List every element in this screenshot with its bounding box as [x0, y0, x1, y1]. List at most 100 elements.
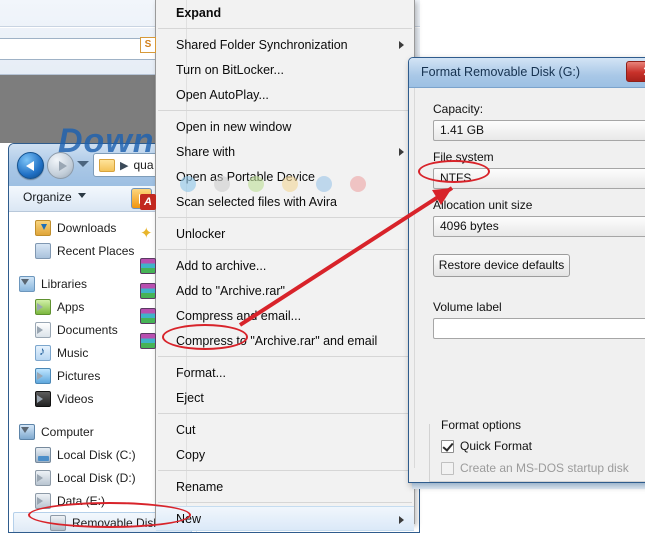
palette-color-dot [316, 176, 332, 192]
submenu-arrow-icon [399, 41, 404, 49]
menu-item-cut[interactable]: Cut [156, 417, 414, 442]
menu-item-label: Share with [176, 144, 236, 159]
menu-separator [158, 502, 412, 503]
menu-item-label: Turn on BitLocker... [176, 62, 284, 77]
recent-places-icon [35, 242, 51, 259]
organize-button[interactable]: Organize [23, 190, 86, 204]
allocation-unit-size-label: Allocation unit size [433, 198, 533, 212]
organize-label: Organize [23, 190, 72, 204]
palette-color-dot [282, 176, 298, 192]
restore-device-defaults-button[interactable]: Restore device defaults [433, 254, 570, 277]
msdos-startup-disk-label: Create an MS-DOS startup disk [460, 461, 629, 475]
capacity-label: Capacity: [433, 102, 484, 116]
allocation-unit-size-field[interactable]: 4096 bytes [433, 216, 645, 237]
msdos-startup-disk-checkbox [441, 462, 454, 475]
menu-item-share-with[interactable]: Share with [156, 139, 414, 164]
menu-separator [158, 470, 412, 471]
expander-closed-icon[interactable] [37, 325, 43, 334]
palette-color-dot [214, 176, 230, 192]
tree-item-label: Downloads [57, 220, 117, 235]
expander-closed-icon[interactable] [37, 473, 43, 482]
avira-icon: A [140, 193, 156, 210]
menu-item-eject[interactable]: Eject [156, 385, 414, 410]
menu-item-turn-on-bitlocker[interactable]: Turn on BitLocker... [156, 57, 414, 82]
palette-color-dot [180, 176, 196, 192]
winrar-icon [140, 332, 156, 349]
menu-item-label: Format... [176, 365, 227, 380]
system-drive-icon [35, 446, 51, 463]
menu-item-new[interactable]: New [156, 506, 414, 531]
menu-separator [158, 413, 412, 414]
menu-item-open-autoplay[interactable]: Open AutoPlay... [156, 82, 414, 107]
menu-item-label: Scan selected files with Avira [176, 194, 337, 209]
format-dialog-title: Format Removable Disk (G:) [421, 65, 581, 79]
capacity-value: 1.41 GB [440, 123, 485, 137]
menu-item-label: Open in new window [176, 119, 292, 134]
downloads-folder-icon [35, 219, 51, 236]
annotation-ellipse-ntfs [418, 160, 490, 183]
sync-icon: S [140, 36, 156, 53]
menu-separator [158, 110, 412, 111]
tree-item-label: Recent Places [57, 243, 135, 258]
tree-item-label: Pictures [57, 368, 101, 383]
annotation-ellipse-removable-disk [28, 502, 191, 528]
menu-item-label: Add to archive... [176, 258, 267, 273]
menu-item-add-to-archive[interactable]: Add to archive... [140, 253, 414, 278]
format-dialog: Format Removable Disk (G:) ✕ Capacity: 1… [408, 57, 645, 483]
expander-closed-icon[interactable] [37, 496, 43, 505]
menu-item-unlocker[interactable]: ✦ Unlocker [140, 221, 414, 246]
winrar-icon [140, 307, 156, 324]
format-dialog-content: Capacity: 1.41 GB File system NTFS Alloc… [414, 88, 645, 482]
menu-item-label: Shared Folder Synchronization [176, 37, 348, 52]
submenu-arrow-icon [399, 516, 404, 524]
menu-separator [158, 249, 412, 250]
allocation-unit-size-value: 4096 bytes [440, 219, 499, 233]
expander-open-icon[interactable] [21, 426, 29, 437]
tree-item-label: Documents [57, 322, 118, 337]
menu-item-rename[interactable]: Rename [156, 474, 414, 499]
tree-item-label: Apps [57, 299, 85, 314]
tree-item-label: Local Disk (C:) [57, 447, 136, 462]
expander-open-icon[interactable] [21, 278, 29, 289]
unlocker-icon: ✦ [140, 224, 153, 242]
context-menu: Expand S Shared Folder Synchronization Turn… [140, 0, 415, 531]
menu-separator [158, 356, 412, 357]
dialog-drop-shadow [412, 483, 645, 489]
format-dialog-title-bar: Format Removable Disk (G:) ✕ [409, 58, 645, 88]
quick-format-label[interactable]: Quick Format [460, 439, 532, 453]
menu-item-label: Open AutoPlay... [176, 87, 269, 102]
menu-item-label: Copy [176, 447, 206, 462]
close-icon[interactable]: ✕ [626, 61, 645, 82]
menu-item-format[interactable]: Format... [156, 360, 414, 385]
menu-item-expand[interactable]: Expand [156, 0, 414, 25]
expander-closed-icon[interactable] [37, 394, 43, 403]
menu-item-shared-folder-synchronization[interactable]: S Shared Folder Synchronization [140, 32, 414, 57]
chevron-down-icon [77, 193, 86, 198]
screenshot-root: Width: ▶ qua Organize DownloadsRecent Pl… [0, 0, 645, 533]
volume-label-field[interactable] [433, 318, 645, 339]
menu-item-label: Rename [176, 479, 224, 494]
menu-item-label: Expand [176, 5, 222, 20]
menu-item-open-in-new-window[interactable]: Open in new window [156, 114, 414, 139]
tree-item-label: Videos [57, 391, 94, 406]
winrar-icon [140, 282, 156, 299]
capacity-field[interactable]: 1.41 GB [433, 120, 645, 141]
tree-item-label: Local Disk (D:) [57, 470, 136, 485]
menu-item-scan-selected-files-with-avira[interactable]: A Scan selected files with Avira [140, 189, 414, 214]
volume-label-label: Volume label [433, 300, 502, 314]
menu-item-label: Eject [176, 390, 204, 405]
tree-item-label: Music [57, 345, 89, 360]
menu-item-label: Cut [176, 422, 196, 437]
menu-item-copy[interactable]: Copy [156, 442, 414, 467]
expander-closed-icon[interactable] [37, 302, 43, 311]
quick-format-checkbox[interactable] [441, 440, 454, 453]
menu-separator [158, 217, 412, 218]
annotation-ellipse-format [162, 324, 248, 350]
menu-item-add-to-archive-rar[interactable]: Add to "Archive.rar" [140, 278, 414, 303]
palette-color-dot [248, 176, 264, 192]
menu-item-label: Unlocker [176, 226, 226, 241]
back-arrow-icon[interactable] [17, 152, 44, 179]
expander-closed-icon[interactable] [37, 371, 43, 380]
winrar-icon [140, 257, 156, 274]
context-menu-items: Expand S Shared Folder Synchronization Turn… [140, 0, 414, 533]
